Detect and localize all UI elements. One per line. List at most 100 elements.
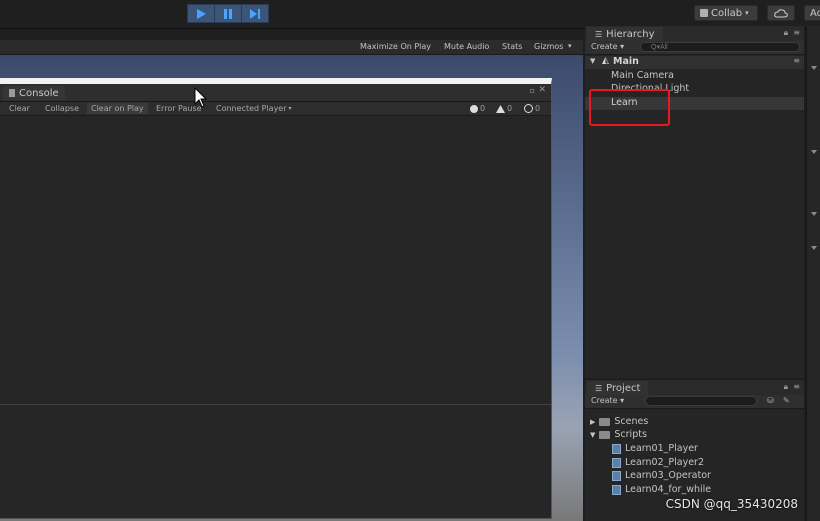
error-icon bbox=[470, 104, 478, 113]
pause-button[interactable] bbox=[214, 4, 242, 23]
lock-icon[interactable]: 🔒︎ bbox=[784, 382, 788, 392]
stats-toggle[interactable]: Stats bbox=[502, 42, 522, 51]
warning-count: 0 bbox=[507, 104, 513, 113]
menu-icon[interactable]: ≡ bbox=[793, 28, 800, 37]
clear-button[interactable]: Clear bbox=[5, 103, 34, 114]
menu-icon[interactable]: ≡ bbox=[793, 382, 800, 391]
account-button[interactable]: Ac bbox=[804, 5, 820, 21]
unity-scene-icon: ◭ bbox=[602, 56, 609, 66]
create-label: Create bbox=[591, 42, 618, 51]
console-toolbar: Clear Collapse Clear on Play Error Pause… bbox=[0, 102, 551, 116]
checkmark-icon bbox=[700, 9, 708, 17]
collab-label: Collab bbox=[711, 7, 743, 19]
mouse-cursor-icon bbox=[194, 87, 208, 108]
filter-type-icon[interactable]: ⛁ bbox=[767, 396, 774, 405]
project-create-button[interactable]: Create ▾ bbox=[591, 396, 624, 405]
gizmos-dropdown[interactable]: Gizmos bbox=[534, 42, 563, 51]
folder-icon bbox=[599, 417, 611, 426]
hierarchy-item-label: Main Camera bbox=[611, 70, 674, 81]
collab-button[interactable]: Collab ▾ bbox=[694, 5, 758, 21]
lock-icon[interactable]: 🔒︎ bbox=[784, 28, 788, 38]
project-tab[interactable]: ☰ Project bbox=[587, 381, 649, 395]
play-icon bbox=[197, 8, 206, 19]
collapse-arrow-icon[interactable] bbox=[811, 66, 817, 70]
console-title: Console bbox=[19, 87, 59, 99]
filter-label-icon[interactable]: ✎ bbox=[783, 396, 790, 405]
expand-arrow-icon: ▼ bbox=[590, 57, 596, 65]
step-button[interactable] bbox=[241, 4, 269, 23]
pause-icon bbox=[224, 8, 232, 19]
error-count: 0 bbox=[480, 104, 486, 113]
script-learn03[interactable]: Learn03_Operator bbox=[612, 469, 711, 482]
collapse-arrow-icon[interactable] bbox=[811, 246, 817, 250]
info-count-toggle[interactable]: 0 bbox=[524, 103, 540, 114]
cloud-button[interactable] bbox=[767, 5, 795, 21]
account-label: Ac bbox=[810, 7, 820, 19]
project-toolbar: Create ▾ ⛁ ✎ bbox=[585, 395, 804, 409]
hierarchy-toolbar: Create ▾ bbox=[585, 41, 804, 55]
scene-row[interactable]: ▼ ◭ Main ≡ bbox=[585, 56, 804, 69]
info-icon bbox=[524, 104, 533, 113]
console-window: Console ▫ ✕ Clear Collapse Clear on Play… bbox=[0, 78, 552, 519]
maximize-on-play-toggle[interactable]: Maximize On Play bbox=[360, 42, 431, 51]
menu-icon[interactable]: ≡ bbox=[793, 56, 800, 65]
script-label: Learn01_Player bbox=[625, 443, 698, 454]
watermark: CSDN @qq_35430208 bbox=[665, 497, 798, 511]
csharp-script-icon bbox=[612, 457, 621, 468]
error-count-toggle[interactable]: 0 bbox=[470, 103, 485, 114]
highlight-box bbox=[589, 89, 670, 126]
collapse-button[interactable]: Collapse bbox=[41, 103, 83, 114]
console-tab[interactable]: Console bbox=[3, 86, 65, 100]
csharp-script-icon bbox=[612, 443, 621, 454]
chevron-down-icon: ▾ bbox=[568, 42, 572, 50]
console-splitter[interactable] bbox=[0, 404, 551, 405]
folder-scripts[interactable]: ▼ Scripts bbox=[590, 428, 647, 441]
scene-name: Main bbox=[613, 56, 639, 67]
warning-count-toggle[interactable]: 0 bbox=[496, 103, 512, 114]
main-toolbar: Collab ▾ Ac bbox=[0, 0, 820, 29]
hierarchy-panel: ☰ Hierarchy 🔒︎ ≡ Create ▾ ▼ ◭ Main ≡ Mai… bbox=[585, 26, 804, 378]
expand-arrow-icon: ▶ bbox=[590, 417, 596, 426]
console-title-bar: Console ▫ ✕ bbox=[0, 84, 551, 102]
hierarchy-tab[interactable]: ☰ Hierarchy bbox=[587, 27, 663, 41]
chevron-down-icon: ▾ bbox=[745, 9, 749, 17]
close-icon[interactable]: ✕ bbox=[538, 85, 546, 95]
list-icon: ☰ bbox=[595, 383, 603, 393]
game-view-toolbar: Maximize On Play Mute Audio Stats Gizmos… bbox=[0, 40, 583, 55]
hierarchy-title: Hierarchy bbox=[606, 28, 655, 40]
hierarchy-header: ☰ Hierarchy 🔒︎ ≡ bbox=[585, 26, 804, 41]
script-label: Learn04_for_while bbox=[625, 484, 712, 495]
play-button[interactable] bbox=[187, 4, 215, 23]
folder-icon bbox=[599, 430, 611, 439]
project-title: Project bbox=[606, 382, 641, 394]
script-learn04[interactable]: Learn04_for_while bbox=[612, 483, 711, 496]
maximize-icon[interactable]: ▫ bbox=[530, 86, 535, 95]
csharp-script-icon bbox=[612, 470, 621, 481]
csharp-script-icon bbox=[612, 484, 621, 495]
list-icon: ☰ bbox=[595, 29, 603, 39]
project-header: ☰ Project 🔒︎ ≡ bbox=[585, 380, 804, 395]
collapse-arrow-icon[interactable] bbox=[811, 212, 817, 216]
console-icon bbox=[9, 89, 15, 97]
clear-on-play-button[interactable]: Clear on Play bbox=[87, 103, 148, 114]
expand-arrow-icon: ▼ bbox=[590, 430, 596, 439]
connected-player-label: Connected Player bbox=[216, 104, 287, 113]
script-label: Learn03_Operator bbox=[625, 470, 711, 481]
inspector-strip bbox=[806, 26, 820, 521]
hierarchy-item-main-camera[interactable]: Main Camera bbox=[585, 70, 804, 83]
chevron-down-icon: ▾ bbox=[288, 105, 292, 112]
project-search-input[interactable] bbox=[645, 396, 757, 406]
cloud-icon bbox=[774, 8, 788, 17]
info-count: 0 bbox=[535, 104, 541, 113]
step-icon bbox=[250, 8, 260, 19]
connected-player-dropdown[interactable]: Connected Player ▾ bbox=[212, 103, 296, 114]
script-learn01[interactable]: Learn01_Player bbox=[612, 442, 698, 455]
folder-scenes[interactable]: ▶ Scenes bbox=[590, 415, 648, 428]
hierarchy-search-input[interactable] bbox=[640, 42, 800, 52]
script-learn02[interactable]: Learn02_Player2 bbox=[612, 456, 704, 469]
script-label: Learn02_Player2 bbox=[625, 457, 704, 468]
folder-label: Scripts bbox=[614, 429, 647, 440]
mute-audio-toggle[interactable]: Mute Audio bbox=[444, 42, 489, 51]
hierarchy-create-button[interactable]: Create ▾ bbox=[591, 42, 624, 51]
collapse-arrow-icon[interactable] bbox=[811, 150, 817, 154]
